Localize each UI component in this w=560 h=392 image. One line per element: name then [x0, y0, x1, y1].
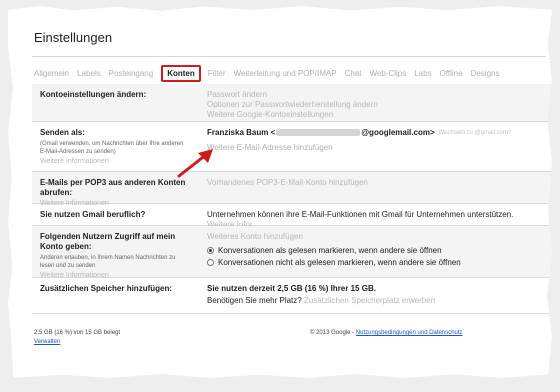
footer-storage-usage: 2,5 GB (16 %) von 15 GB belegt: [34, 330, 121, 336]
account-settings-label: Kontoeinstellungen ändern:: [40, 90, 147, 99]
row-grant-access: Folgenden Nutzern Zugriff auf mein Konto…: [32, 226, 552, 279]
tab-posteingang[interactable]: Posteingang: [109, 69, 153, 78]
tab-chat[interactable]: Chat: [345, 69, 362, 78]
settings-tabs: Allgemein Labels Posteingang Konten Filt…: [34, 65, 507, 82]
sender-name: Franziska Baum <: [207, 128, 276, 137]
row-value: Passwort ändern Optionen zur Passwortwie…: [207, 90, 552, 120]
red-arrow-annotation: [177, 149, 213, 178]
row-label: E-Mails per POP3 aus anderen Konten abru…: [40, 178, 190, 207]
redacted-email: [276, 129, 361, 136]
tab-konten[interactable]: Konten: [161, 65, 201, 82]
copyright-notice: © 2013 Google - Nutzungsbedingungen und …: [310, 330, 463, 336]
copyright-text: © 2013 Google -: [310, 330, 356, 336]
send-as-label: Senden als:: [40, 128, 85, 137]
business-text: Unternehmen können ihre E-Mail-Funktione…: [207, 210, 514, 219]
row-label: Senden als: (Gmail verwenden, um Nachric…: [40, 128, 190, 165]
grant-access-label: Folgenden Nutzern Zugriff auf mein Konto…: [40, 232, 176, 251]
mark-read-option[interactable]: Konversationen als gelesen markieren, we…: [207, 246, 552, 255]
tab-weiterleitung-pop-imap[interactable]: Weiterleitung und POP/IMAP: [234, 69, 337, 78]
leave-unread-option[interactable]: Konversationen nicht als gelesen markier…: [207, 258, 552, 267]
sender-email-domain: @googlemail.com>: [361, 128, 435, 137]
row-value: Sie nutzen derzeit 2,5 GB (16 %) Ihrer 1…: [207, 284, 552, 306]
row-value: Weiteres Konto hinzufügen Konversationen…: [207, 232, 552, 267]
leave-unread-label: Konversationen nicht als gelesen markier…: [218, 258, 461, 267]
pop3-label: E-Mails per POP3 aus anderen Konten abru…: [40, 178, 186, 197]
tab-filter[interactable]: Filter: [208, 69, 226, 78]
need-more-space-text: Benötigen Sie mehr Platz?: [207, 296, 302, 305]
row-pop3: E-Mails per POP3 aus anderen Konten abru…: [32, 172, 552, 207]
row-value: Vorhandenes POP3-E-Mail-Konto hinzufügen: [207, 178, 552, 188]
settings-screenshot: Einstellungen Allgemein Labels Posteinga…: [8, 6, 552, 378]
change-password-link[interactable]: Passwort ändern: [207, 90, 552, 100]
storage-usage-text: Sie nutzen derzeit 2,5 GB (16 %) Ihrer 1…: [207, 284, 376, 293]
add-another-account-link[interactable]: Weiteres Konto hinzufügen: [207, 232, 552, 242]
send-as-note: (Gmail verwenden, um Nachrichten über Ih…: [40, 141, 184, 155]
grant-access-note: Anderen erlauben, in Ihrem Namen Nachric…: [40, 255, 176, 269]
business-label: Sie nutzen Gmail beruflich?: [40, 210, 146, 219]
tab-labs[interactable]: Labs: [414, 69, 431, 78]
leave-unread-radio[interactable]: [207, 259, 214, 266]
tab-designs[interactable]: Designs: [471, 69, 500, 78]
row-label: Folgenden Nutzern Zugriff auf mein Konto…: [40, 232, 190, 279]
tab-web-clips[interactable]: Web-Clips: [369, 69, 406, 78]
switch-to-gmail-link[interactable]: Wechseln zu @gmail.com?: [439, 130, 512, 136]
google-account-settings-link[interactable]: Weitere Google-Kontoeinstellungen: [207, 110, 552, 120]
page-title: Einstellungen: [34, 30, 113, 45]
row-label: Zusätzlichen Speicher hinzufügen:: [40, 284, 190, 294]
mark-read-label: Konversationen als gelesen markieren, we…: [218, 246, 442, 255]
row-value: Franziska Baum < @googlemail.com> Wechse…: [207, 128, 552, 152]
storage-upsell: Benötigen Sie mehr Platz? Zusätzlichen S…: [207, 296, 552, 306]
row-send-as: Senden als: (Gmail verwenden, um Nachric…: [32, 122, 552, 172]
row-account-settings: Kontoeinstellungen ändern: Passwort ände…: [32, 84, 552, 122]
manage-storage-link[interactable]: Verwalten: [34, 339, 60, 345]
storage-label: Zusätzlichen Speicher hinzufügen:: [40, 284, 173, 293]
mark-read-radio[interactable]: [207, 247, 214, 254]
tab-labels[interactable]: Labels: [77, 69, 101, 78]
add-email-address-link[interactable]: Weitere E-Mail-Adresse hinzufügen: [207, 143, 333, 152]
row-label: Kontoeinstellungen ändern:: [40, 90, 190, 100]
settings-rows: Kontoeinstellungen ändern: Passwort ände…: [32, 84, 552, 314]
send-as-address: Franziska Baum < @googlemail.com> Wechse…: [207, 128, 552, 137]
tab-offline[interactable]: Offline: [440, 69, 463, 78]
tab-allgemein[interactable]: Allgemein: [34, 69, 69, 78]
send-as-more-info-link[interactable]: Weitere Informationen: [40, 158, 190, 165]
password-recovery-link[interactable]: Optionen zur Passwortwiederherstellung ä…: [207, 100, 552, 110]
terms-privacy-link[interactable]: Nutzungsbedingungen und Datenschutz: [356, 330, 463, 336]
row-business: Sie nutzen Gmail beruflich? Unternehmen …: [32, 204, 552, 229]
buy-storage-link[interactable]: Zusätzlichen Speicherplatz erwerben: [304, 296, 435, 305]
title-divider: [32, 56, 546, 57]
row-label: Sie nutzen Gmail beruflich?: [40, 210, 190, 220]
add-pop3-account-link[interactable]: Vorhandenes POP3-E-Mail-Konto hinzufügen: [207, 178, 552, 188]
row-storage: Zusätzlichen Speicher hinzufügen: Sie nu…: [32, 278, 552, 314]
